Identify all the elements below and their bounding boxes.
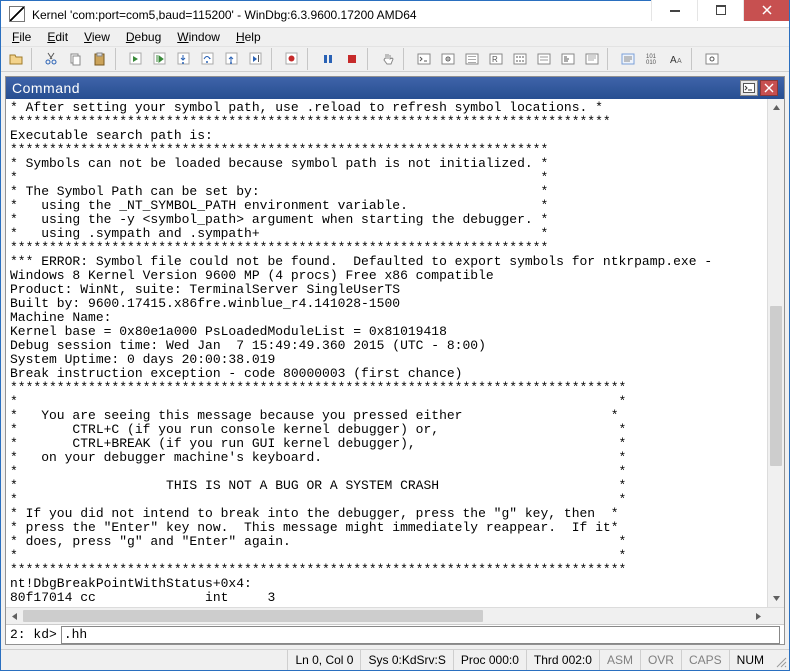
- window: Kernel 'com:port=com5,baud=115200' - Win…: [0, 0, 790, 671]
- svg-text:A: A: [670, 55, 677, 66]
- window-title: Kernel 'com:port=com5,baud=115200' - Win…: [32, 7, 651, 22]
- hand-icon[interactable]: [377, 48, 399, 70]
- menu-edit[interactable]: Edit: [40, 28, 75, 46]
- command-output[interactable]: * After setting your symbol path, use .r…: [6, 99, 767, 607]
- vertical-scrollbar[interactable]: [767, 99, 784, 607]
- status-proc: Proc 000:0: [453, 650, 526, 670]
- prompt-label: 2: kd>: [6, 627, 61, 642]
- pane-sys-icon[interactable]: [740, 80, 758, 96]
- command-input[interactable]: [61, 626, 780, 644]
- memory-window-icon[interactable]: [509, 48, 531, 70]
- close-button[interactable]: [743, 0, 789, 21]
- horizontal-scrollbar[interactable]: [6, 607, 784, 624]
- status-lncol: Ln 0, Col 0: [287, 650, 360, 670]
- breakpoint-toggle-icon[interactable]: [281, 48, 303, 70]
- scratch-pad-icon[interactable]: [581, 48, 603, 70]
- source-mode-icon[interactable]: [617, 48, 639, 70]
- scroll-h-thumb[interactable]: [23, 610, 483, 622]
- menu-bar: File Edit View Debug Window Help: [1, 28, 789, 46]
- status-thrd: Thrd 002:0: [526, 650, 599, 670]
- copy-icon[interactable]: [65, 48, 87, 70]
- stop-icon[interactable]: [341, 48, 363, 70]
- status-caps: CAPS: [681, 650, 729, 670]
- callstack-window-icon[interactable]: [533, 48, 555, 70]
- minimize-button[interactable]: [651, 0, 697, 21]
- paste-icon[interactable]: [89, 48, 111, 70]
- title-bar[interactable]: Kernel 'com:port=com5,baud=115200' - Win…: [1, 1, 789, 28]
- command-pane: Command * After setting your symbol path…: [5, 76, 785, 645]
- registers-window-icon[interactable]: R: [485, 48, 507, 70]
- scroll-v-thumb[interactable]: [770, 306, 782, 466]
- maximize-button[interactable]: [697, 0, 743, 21]
- step-over-icon[interactable]: [197, 48, 219, 70]
- status-num: NUM: [729, 650, 771, 670]
- pane-title-bar[interactable]: Command: [6, 77, 784, 99]
- locals-window-icon[interactable]: [461, 48, 483, 70]
- run-to-cursor-icon[interactable]: [245, 48, 267, 70]
- step-out-icon[interactable]: [221, 48, 243, 70]
- app-icon: [9, 6, 25, 22]
- scroll-left-icon[interactable]: [6, 608, 23, 624]
- status-asm: ASM: [599, 650, 640, 670]
- status-bar: Ln 0, Col 0 Sys 0:KdSrv:S Proc 000:0 Thr…: [1, 649, 789, 670]
- menu-view[interactable]: View: [77, 28, 117, 46]
- restart-icon[interactable]: [149, 48, 171, 70]
- menu-debug[interactable]: Debug: [119, 28, 168, 46]
- watch-window-icon[interactable]: [437, 48, 459, 70]
- command-input-line: 2: kd>: [6, 624, 784, 644]
- open-icon[interactable]: [5, 48, 27, 70]
- scroll-down-icon[interactable]: [768, 590, 784, 607]
- pane-title-text: Command: [12, 80, 80, 96]
- resize-grip-icon[interactable]: [771, 650, 789, 670]
- scroll-up-icon[interactable]: [768, 99, 784, 116]
- cut-icon[interactable]: [41, 48, 63, 70]
- menu-file[interactable]: File: [5, 28, 38, 46]
- toolbar: R 101010 AA: [1, 46, 789, 72]
- svg-text:010: 010: [646, 60, 657, 66]
- binary-mode-icon[interactable]: 101010: [641, 48, 663, 70]
- svg-text:R: R: [492, 55, 498, 64]
- scroll-v-track[interactable]: [768, 116, 784, 590]
- svg-text:A: A: [677, 58, 682, 65]
- status-ovr: OVR: [640, 650, 681, 670]
- options-icon[interactable]: [701, 48, 723, 70]
- disassembly-window-icon[interactable]: [557, 48, 579, 70]
- scroll-h-track[interactable]: [23, 608, 750, 624]
- font-icon[interactable]: AA: [665, 48, 687, 70]
- pane-close-icon[interactable]: [760, 80, 778, 96]
- status-sys: Sys 0:KdSrv:S: [360, 650, 452, 670]
- step-into-icon[interactable]: [173, 48, 195, 70]
- break-icon[interactable]: [317, 48, 339, 70]
- command-window-icon[interactable]: [413, 48, 435, 70]
- go-icon[interactable]: [125, 48, 147, 70]
- scroll-right-icon[interactable]: [750, 608, 767, 624]
- menu-help[interactable]: Help: [229, 28, 268, 46]
- menu-window[interactable]: Window: [170, 28, 227, 46]
